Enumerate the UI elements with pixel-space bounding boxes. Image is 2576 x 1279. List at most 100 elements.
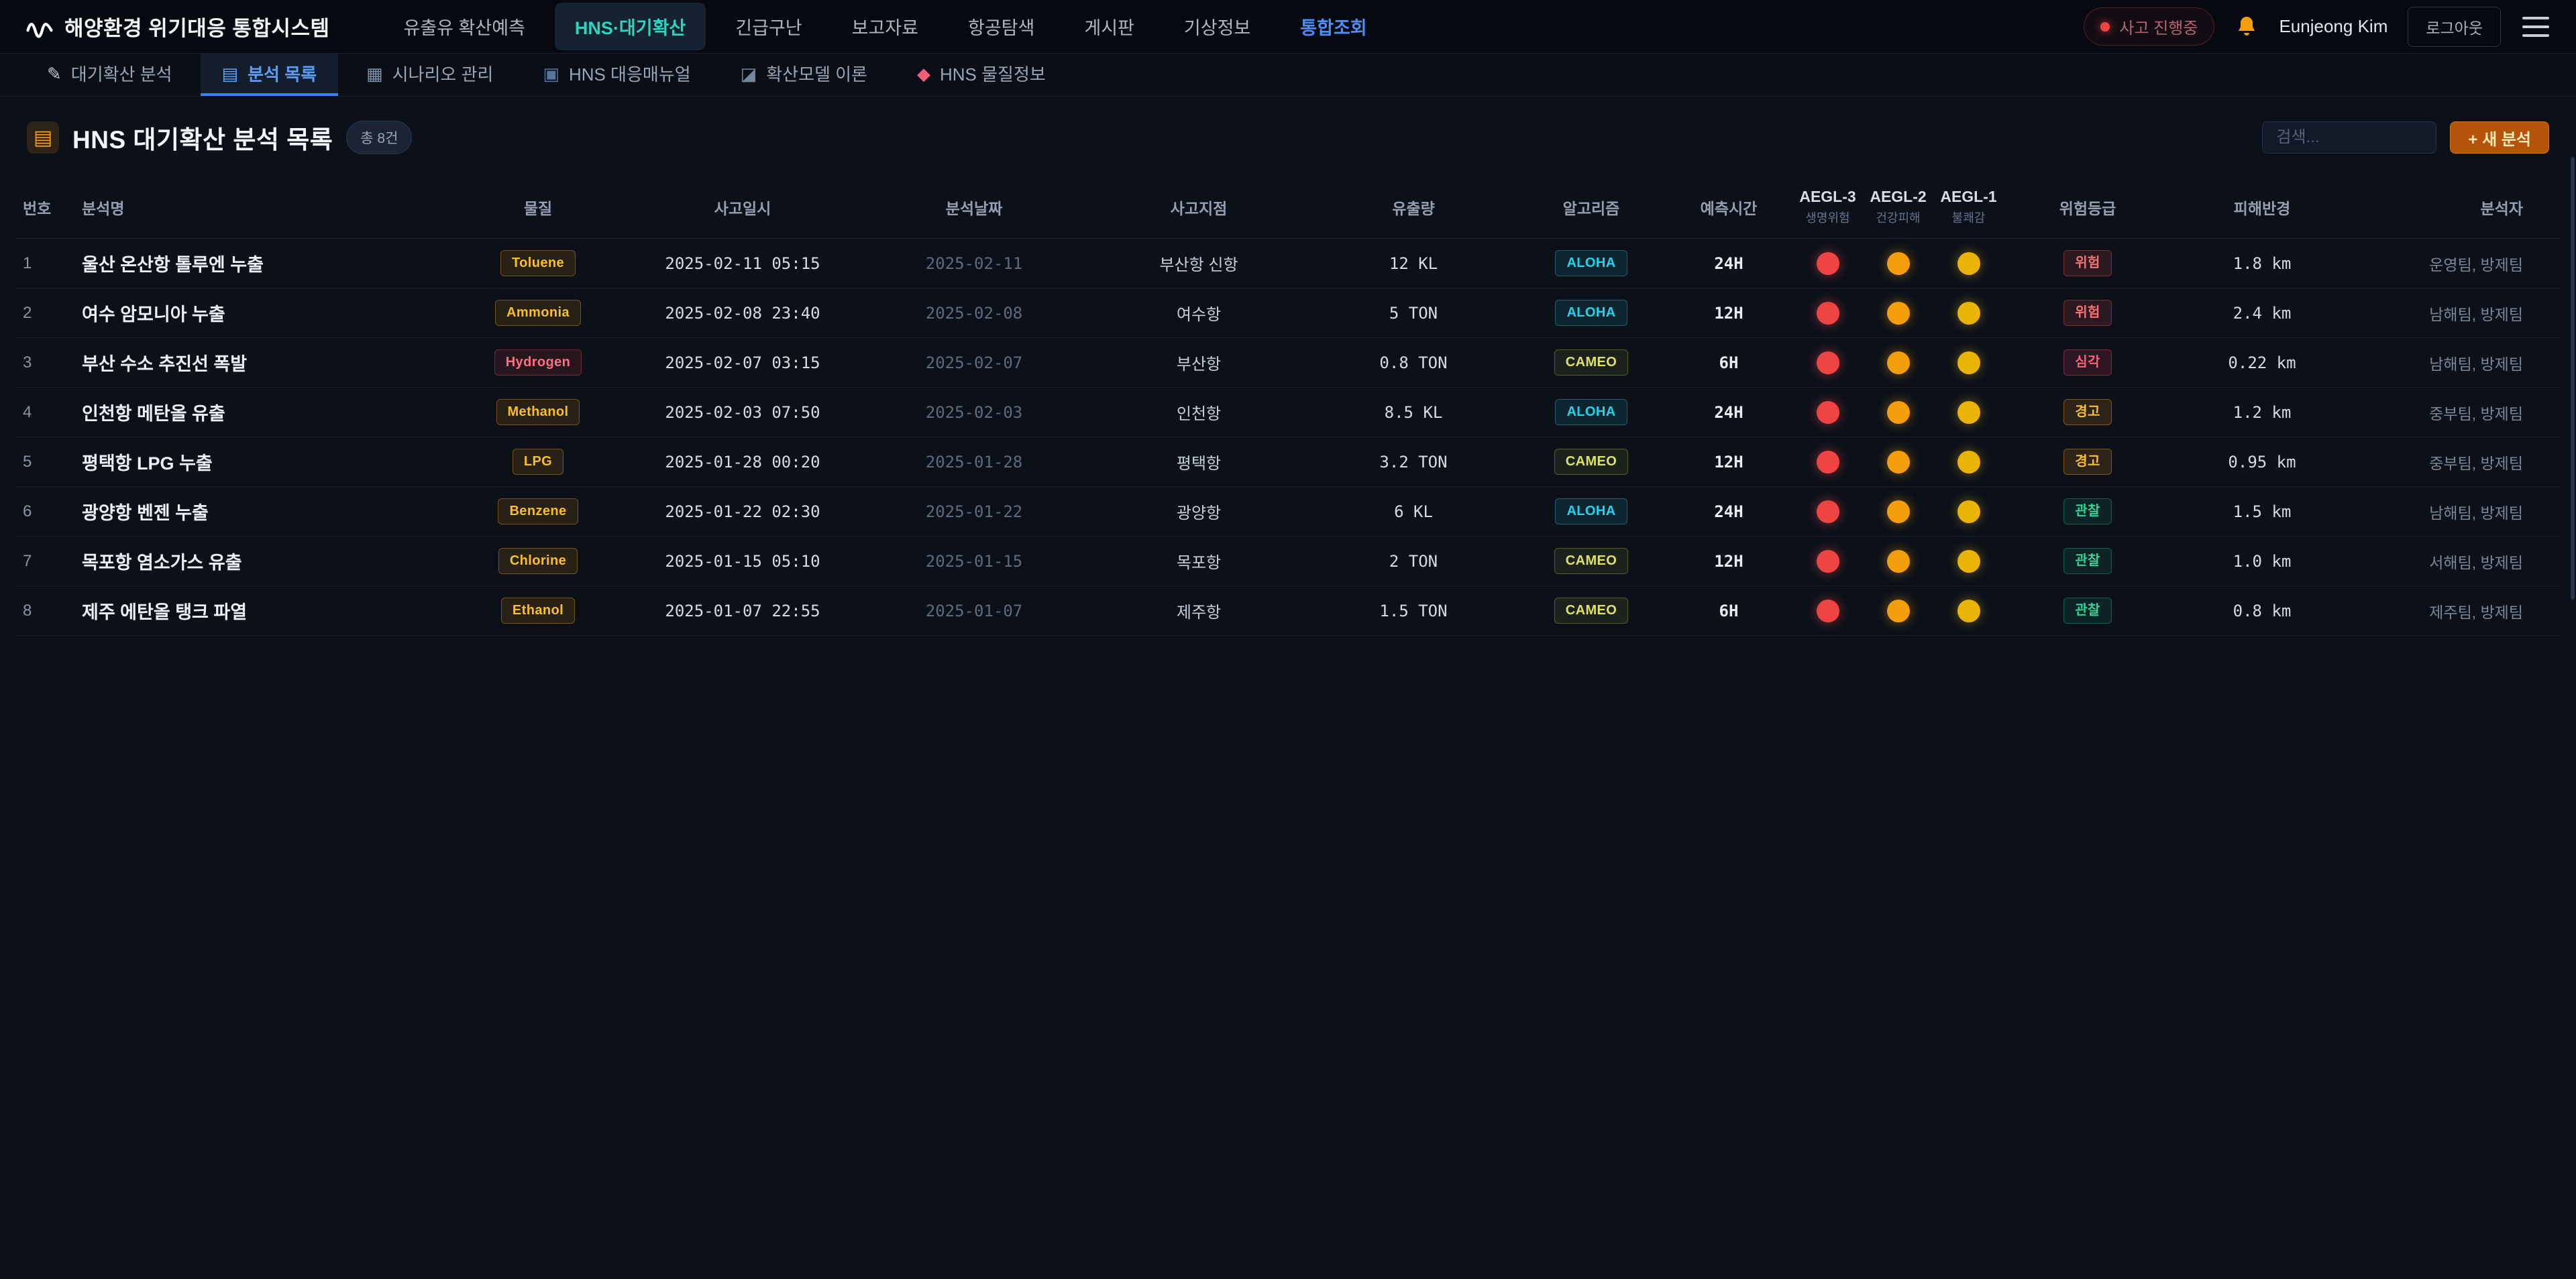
tab-hns-manual[interactable]: ▣ HNS 대응매뉴얼 bbox=[521, 54, 712, 96]
tab-label: 분석 목록 bbox=[248, 61, 317, 86]
aegl2-cell bbox=[1863, 239, 1933, 288]
nav-board[interactable]: 게시판 bbox=[1064, 3, 1155, 50]
analysis-name-cell: 인천항 메탄올 유출 bbox=[75, 388, 451, 437]
search-input[interactable] bbox=[2262, 121, 2436, 154]
table-row[interactable]: 3 부산 수소 추진선 폭발 Hydrogen 2025-02-07 03:15… bbox=[16, 338, 2561, 388]
notification-bell-icon[interactable] bbox=[2235, 15, 2259, 39]
substance-badge: LPG bbox=[513, 449, 564, 475]
aegl2-indicator bbox=[1887, 600, 1910, 622]
aegl3-cell bbox=[1792, 487, 1863, 537]
scrollbar-thumb[interactable] bbox=[2571, 157, 2575, 600]
substance-cell: Ammonia bbox=[451, 288, 625, 338]
risk-grade-cell: 경고 bbox=[2004, 437, 2171, 487]
new-analysis-button[interactable]: + 새 분석 bbox=[2450, 121, 2549, 154]
tab-analysis-list[interactable]: ▤ 분석 목록 bbox=[201, 54, 338, 96]
algorithm-badge: CAMEO bbox=[1554, 349, 1628, 376]
algorithm-badge: ALOHA bbox=[1555, 498, 1627, 524]
tab-scenario-management[interactable]: ▦ 시나리오 관리 bbox=[345, 54, 515, 96]
aegl2-cell bbox=[1863, 537, 1933, 586]
nav-hns-dispersion[interactable]: HNS·대기확산 bbox=[555, 3, 706, 50]
tab-dispersion-analysis[interactable]: ✎ 대기확산 분석 bbox=[25, 54, 194, 96]
analysis-date-cell: 2025-02-08 bbox=[860, 288, 1088, 338]
analyst-cell: 운영팀, 방제팀 bbox=[2353, 239, 2561, 288]
prediction-duration-cell: 24H bbox=[1665, 239, 1792, 288]
logout-button[interactable]: 로그아웃 bbox=[2408, 7, 2501, 47]
risk-grade-badge: 위험 bbox=[2063, 250, 2112, 276]
algorithm-cell: ALOHA bbox=[1517, 288, 1665, 338]
risk-grade-cell: 위험 bbox=[2004, 239, 2171, 288]
aegl2-cell bbox=[1863, 586, 1933, 636]
app-logo[interactable]: 해양환경 위기대응 통합시스템 bbox=[25, 11, 330, 42]
col-header-analyst: 분석자 bbox=[2353, 173, 2561, 239]
aegl2-cell bbox=[1863, 487, 1933, 537]
algorithm-cell: CAMEO bbox=[1517, 537, 1665, 586]
prediction-duration-cell: 24H bbox=[1665, 388, 1792, 437]
risk-grade-cell: 관찰 bbox=[2004, 487, 2171, 537]
aegl3-cell bbox=[1792, 586, 1863, 636]
col-header-algorithm: 알고리즘 bbox=[1517, 173, 1665, 239]
nav-integrated-search[interactable]: 통합조회 bbox=[1280, 3, 1387, 50]
aegl2-indicator bbox=[1887, 550, 1910, 573]
analyst-cell: 남해팀, 방제팀 bbox=[2353, 288, 2561, 338]
row-number-cell: 5 bbox=[16, 437, 75, 487]
accident-datetime-cell: 2025-02-11 05:15 bbox=[625, 239, 860, 288]
prediction-duration-cell: 12H bbox=[1665, 537, 1792, 586]
nav-oil-spill[interactable]: 유출유 확산예측 bbox=[384, 3, 545, 50]
aegl2-indicator bbox=[1887, 401, 1910, 424]
risk-grade-cell: 관찰 bbox=[2004, 537, 2171, 586]
analysis-name-cell: 여수 암모니아 누출 bbox=[75, 288, 451, 338]
aegl1-indicator bbox=[1957, 600, 1980, 622]
nav-aerial-search[interactable]: 항공탐색 bbox=[948, 3, 1055, 50]
aegl1-indicator bbox=[1957, 550, 1980, 573]
aegl1-indicator bbox=[1957, 451, 1980, 474]
menu-icon[interactable] bbox=[2521, 13, 2551, 41]
accident-datetime-cell: 2025-01-28 00:20 bbox=[625, 437, 860, 487]
aegl1-cell bbox=[1933, 288, 2004, 338]
aegl1-cell bbox=[1933, 537, 2004, 586]
algorithm-cell: ALOHA bbox=[1517, 487, 1665, 537]
analysis-date-cell: 2025-02-11 bbox=[860, 239, 1088, 288]
table-row[interactable]: 1 울산 온산항 톨루엔 누출 Toluene 2025-02-11 05:15… bbox=[16, 239, 2561, 288]
nav-weather[interactable]: 기상정보 bbox=[1164, 3, 1271, 50]
table-row[interactable]: 4 인천항 메탄올 유출 Methanol 2025-02-03 07:50 2… bbox=[16, 388, 2561, 437]
tab-model-theory[interactable]: ◪ 확산모델 이론 bbox=[719, 54, 889, 96]
app-title: 해양환경 위기대응 통합시스템 bbox=[64, 11, 330, 42]
analysis-date-cell: 2025-01-07 bbox=[860, 586, 1088, 636]
accident-location-cell: 제주항 bbox=[1088, 586, 1309, 636]
risk-grade-badge: 관찰 bbox=[2063, 498, 2112, 524]
spill-amount-cell: 3.2 TON bbox=[1309, 437, 1517, 487]
pencil-icon: ✎ bbox=[47, 65, 62, 82]
aegl1-cell bbox=[1933, 388, 2004, 437]
algorithm-badge: CAMEO bbox=[1554, 598, 1628, 624]
spill-amount-cell: 8.5 KL bbox=[1309, 388, 1517, 437]
damage-radius-cell: 1.0 km bbox=[2171, 537, 2353, 586]
aegl1-indicator bbox=[1957, 500, 1980, 523]
table-row[interactable]: 2 여수 암모니아 누출 Ammonia 2025-02-08 23:40 20… bbox=[16, 288, 2561, 338]
analysis-table: 번호 분석명 물질 사고일시 분석날짜 사고지점 유출량 알고리즘 예측시간 A… bbox=[0, 173, 2576, 636]
tab-hns-substance-info[interactable]: ◆ HNS 물질정보 bbox=[896, 54, 1067, 96]
tab-label: HNS 대응매뉴얼 bbox=[569, 61, 691, 86]
aegl1-cell bbox=[1933, 239, 2004, 288]
table-row[interactable]: 6 광양항 벤젠 누출 Benzene 2025-01-22 02:30 202… bbox=[16, 487, 2561, 537]
damage-radius-cell: 1.5 km bbox=[2171, 487, 2353, 537]
nav-reports[interactable]: 보고자료 bbox=[832, 3, 938, 50]
col-header-radius: 피해반경 bbox=[2171, 173, 2353, 239]
nav-emergency-rescue[interactable]: 긴급구난 bbox=[715, 3, 822, 50]
row-number-cell: 7 bbox=[16, 537, 75, 586]
clipboard-icon: ▤ bbox=[27, 121, 59, 154]
substance-badge: Ammonia bbox=[495, 300, 581, 326]
main-content: ▤ HNS 대기확산 분석 목록 총 8건 + 새 분석 번호 분석명 물질 bbox=[0, 97, 2576, 636]
aegl2-cell bbox=[1863, 338, 1933, 388]
prediction-duration-cell: 12H bbox=[1665, 288, 1792, 338]
tab-bar: ✎ 대기확산 분석 ▤ 분석 목록 ▦ 시나리오 관리 ▣ HNS 대응매뉴얼 … bbox=[0, 54, 2576, 97]
analysis-name-cell: 제주 에탄올 탱크 파열 bbox=[75, 586, 451, 636]
table-row[interactable]: 7 목포항 염소가스 유출 Chlorine 2025-01-15 05:10 … bbox=[16, 537, 2561, 586]
tab-label: 시나리오 관리 bbox=[392, 61, 494, 86]
table-row[interactable]: 5 평택항 LPG 누출 LPG 2025-01-28 00:20 2025-0… bbox=[16, 437, 2561, 487]
analyst-cell: 중부팀, 방제팀 bbox=[2353, 388, 2561, 437]
risk-grade-badge: 관찰 bbox=[2063, 548, 2112, 574]
aegl3-indicator bbox=[1817, 451, 1839, 474]
table-row[interactable]: 8 제주 에탄올 탱크 파열 Ethanol 2025-01-07 22:55 … bbox=[16, 586, 2561, 636]
main-nav: 유출유 확산예측 HNS·대기확산 긴급구난 보고자료 항공탐색 게시판 기상정… bbox=[384, 3, 1387, 50]
aegl3-cell bbox=[1792, 239, 1863, 288]
